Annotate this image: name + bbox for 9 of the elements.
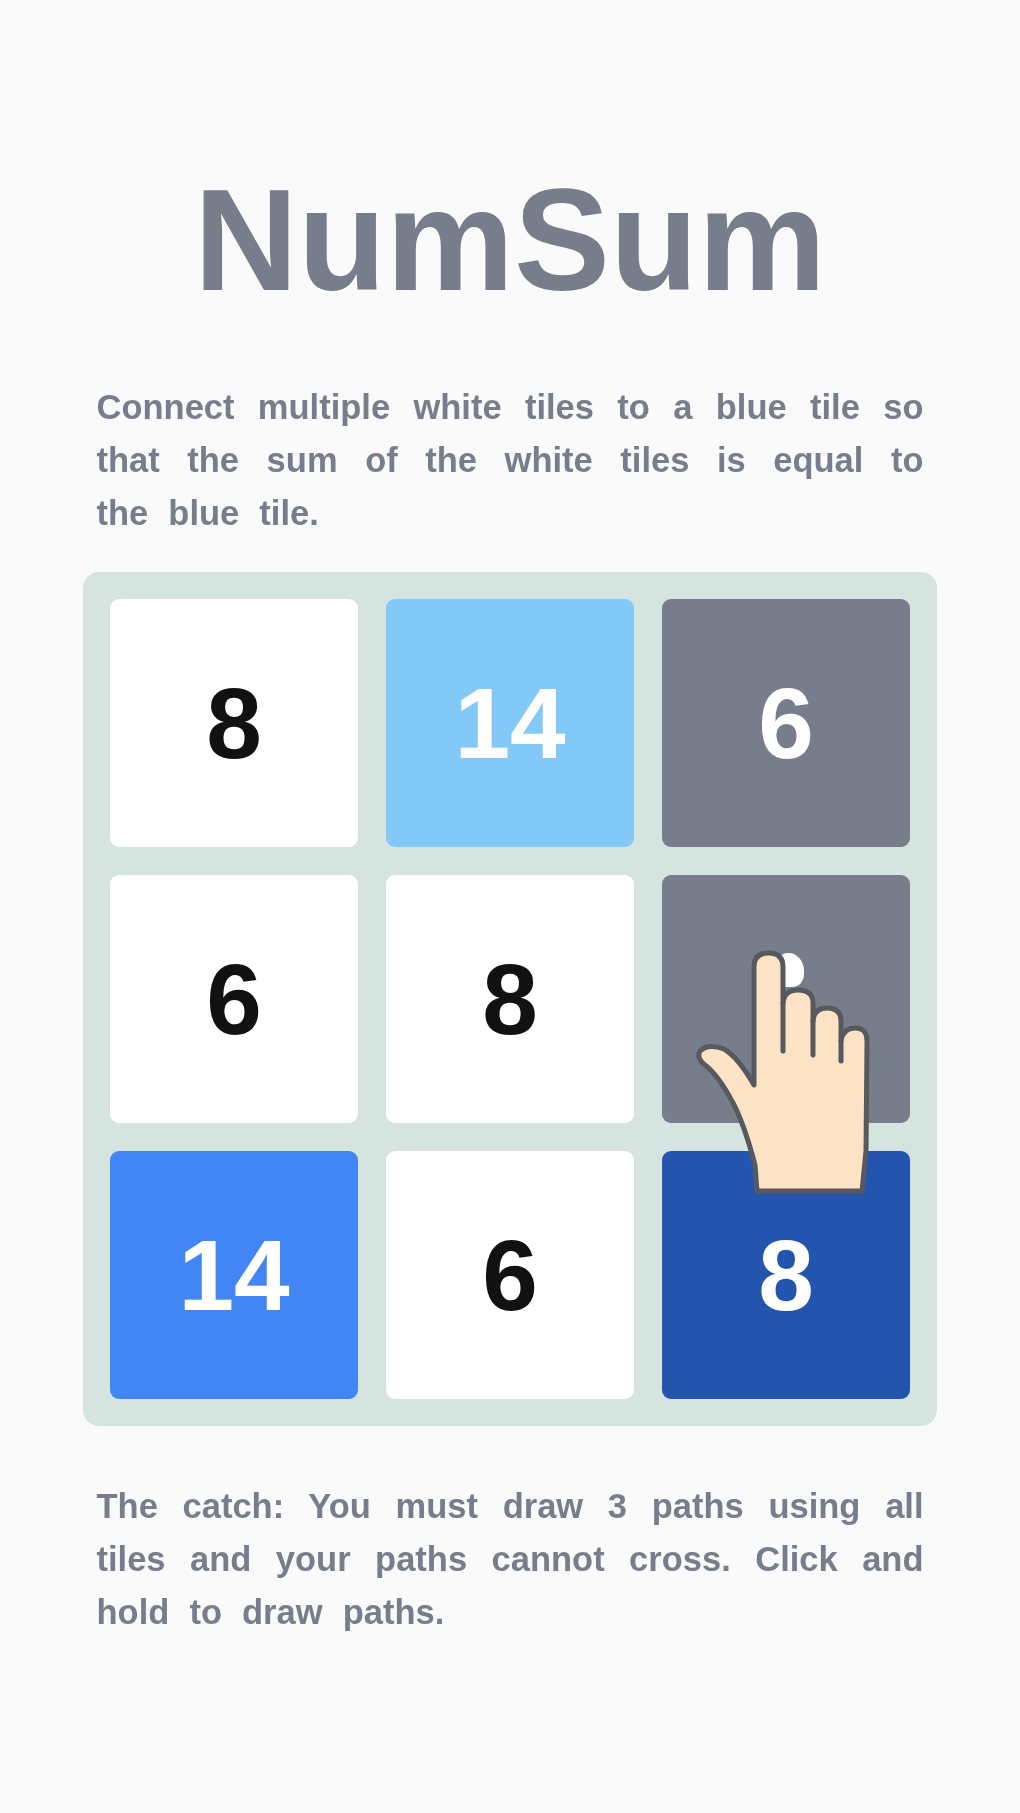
game-title: NumSum bbox=[193, 169, 826, 313]
rules-text: The catch: You must draw 3 paths using all tiles and your paths cannot cross. Click and hold to draw paths. bbox=[96, 1486, 924, 1633]
grid-tile[interactable]: 14 bbox=[110, 1151, 358, 1399]
grid-tile[interactable]: 6 bbox=[110, 875, 358, 1123]
instructions-text: Connect multiple white tiles to a blue tile so that the sum of the white tiles is equal to the blue tile. bbox=[96, 387, 924, 534]
grid-tile[interactable]: 8 bbox=[110, 599, 358, 847]
grid-tile[interactable]: 8 bbox=[386, 875, 634, 1123]
grid-tile[interactable]: 6 bbox=[662, 599, 910, 847]
grid-tile[interactable]: 6 bbox=[386, 1151, 634, 1399]
